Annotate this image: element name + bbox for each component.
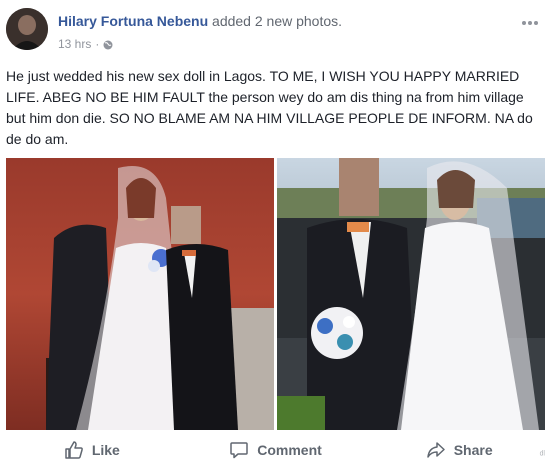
post-photo-2[interactable] [277, 158, 545, 430]
share-button[interactable]: Share [367, 440, 551, 460]
post-meta: 13 hrs · [58, 37, 113, 51]
post-header: Hilary Fortuna Nebenu added 2 new photos… [6, 8, 551, 56]
meta-separator: · [95, 37, 100, 51]
author-line: Hilary Fortuna Nebenu added 2 new photos… [58, 13, 342, 29]
post-action-bar: Like Comment Share [0, 434, 551, 465]
share-label: Share [453, 441, 493, 458]
post-timestamp[interactable]: 13 hrs [58, 37, 91, 51]
like-label: Like [91, 441, 120, 458]
post-photo-1[interactable] [6, 158, 274, 430]
author-name[interactable]: Hilary Fortuna Nebenu [58, 13, 208, 29]
comment-button[interactable]: Comment [184, 440, 368, 460]
post-text: He just wedded his new sex doll in Lagos… [6, 68, 533, 147]
globe-icon[interactable] [103, 39, 113, 50]
comment-label: Comment [257, 441, 322, 458]
comment-icon [230, 441, 248, 458]
thumbs-up-icon [65, 440, 83, 459]
corner-mark: ᵈˡ [539, 450, 545, 461]
like-button[interactable]: Like [0, 440, 184, 460]
ellipsis-icon[interactable] [521, 10, 539, 31]
post-action-text: added 2 new photos. [212, 13, 343, 29]
avatar[interactable] [6, 8, 48, 50]
share-icon [426, 441, 445, 458]
